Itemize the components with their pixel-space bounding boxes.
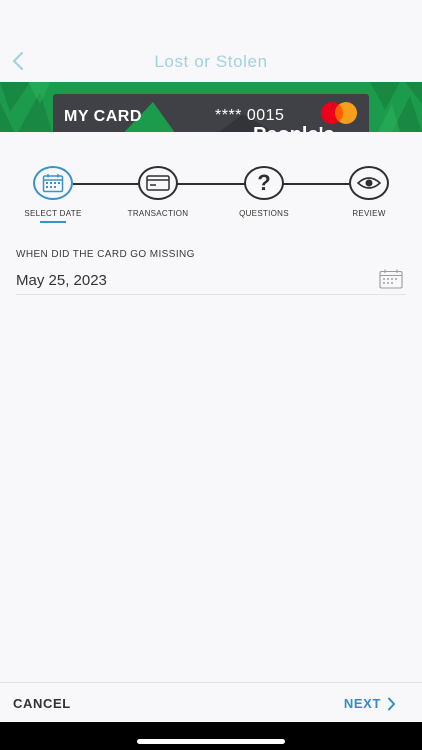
date-field-label: WHEN DID THE CARD GO MISSING (16, 249, 195, 260)
question-mark-icon: ? (257, 170, 271, 195)
date-field[interactable]: May 25, 2023 (16, 266, 406, 295)
eye-icon (357, 177, 381, 189)
step-review[interactable] (349, 166, 389, 200)
step-label-select-date: SELECT DATE (24, 209, 82, 218)
step-select-date[interactable] (33, 166, 73, 200)
card-number: **** 0015 (215, 107, 285, 124)
home-indicator-area (0, 722, 422, 750)
chevron-right-icon (388, 697, 395, 710)
stepper-line (73, 183, 369, 185)
mastercard-logo-icon (321, 102, 357, 124)
calendar-icon (379, 269, 403, 289)
step-label-transaction: TRANSACTION (127, 209, 189, 218)
next-button[interactable]: NEXT (344, 696, 396, 711)
credit-card-icon (146, 175, 170, 191)
home-indicator[interactable] (137, 739, 285, 744)
step-questions[interactable]: ? (244, 166, 284, 200)
step-label-review: REVIEW (352, 209, 386, 218)
calendar-icon (42, 174, 64, 193)
step-label-questions: QUESTIONS (239, 209, 289, 218)
next-button-label: NEXT (343, 696, 381, 711)
step-transaction[interactable] (138, 166, 178, 200)
card-banner: MY CARD **** 0015 People's (0, 82, 422, 132)
active-step-indicator (40, 221, 66, 223)
card-preview: MY CARD **** 0015 People's (53, 94, 369, 132)
header: Lost or Stolen (0, 0, 422, 82)
date-value: May 25, 2023 (16, 272, 107, 289)
card-name: MY CARD (64, 108, 142, 125)
bottom-action-bar: CANCEL NEXT (0, 682, 422, 722)
date-picker-button[interactable] (379, 269, 403, 294)
cancel-button[interactable]: CANCEL (13, 696, 71, 711)
page-title: Lost or Stolen (154, 52, 268, 71)
progress-stepper: ? SELECT DATE TRANSACTION QUESTIONS REVI… (0, 160, 422, 230)
